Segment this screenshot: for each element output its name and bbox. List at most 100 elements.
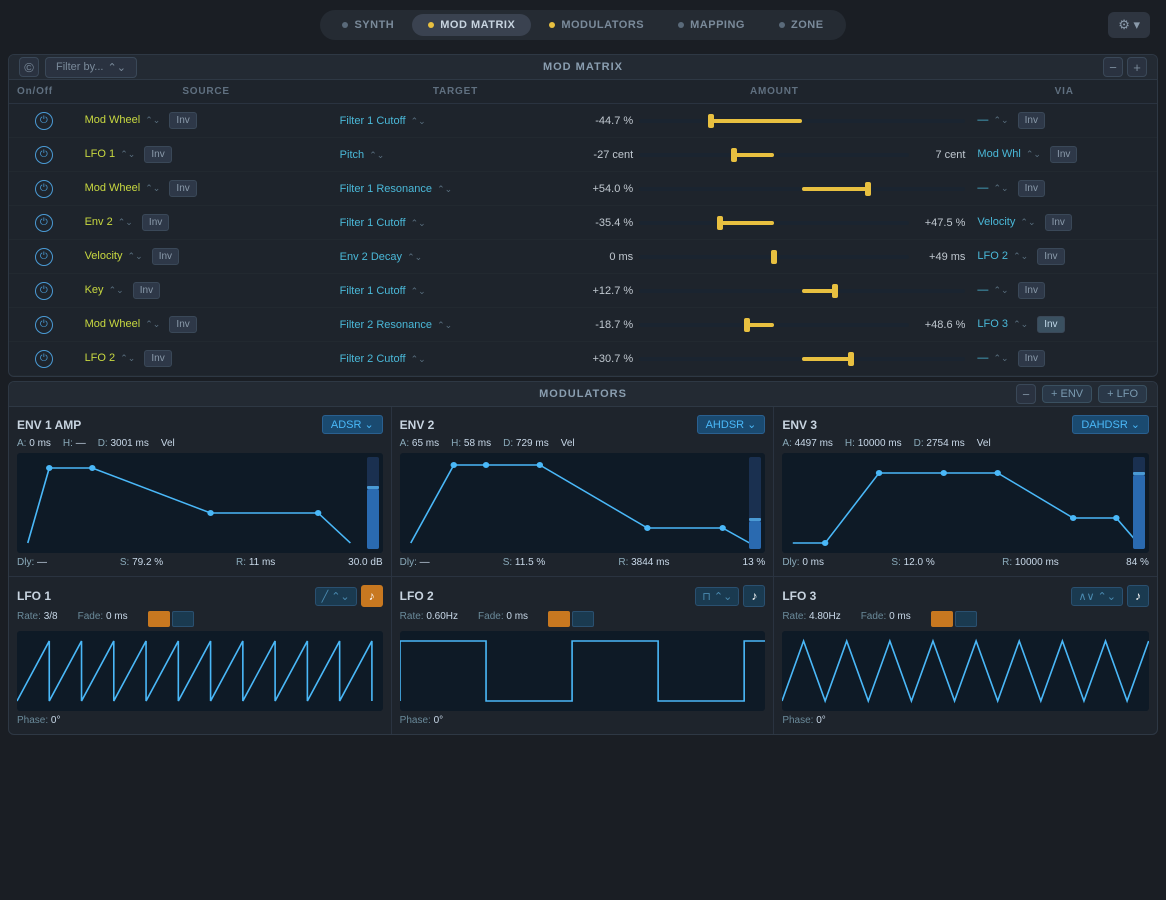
via-arrows[interactable]: ⌃⌄ [993, 353, 1008, 363]
tab-zone[interactable]: ZONE [763, 14, 840, 36]
source-inv-button[interactable]: Inv [152, 248, 179, 265]
tab-synth[interactable]: SYNTH [326, 14, 410, 36]
source-arrows[interactable]: ⌃⌄ [145, 115, 160, 125]
lfo1-type-button[interactable]: ╱ ⌃⌄ [315, 587, 357, 606]
env2-h-label: H: 58 ms [451, 438, 491, 449]
via-arrows[interactable]: ⌃⌄ [993, 183, 1008, 193]
via-arrows[interactable]: ⌃⌄ [1013, 319, 1028, 329]
env2-bottom: Dly: — S: 11.5 % R: 3844 ms 13 % [400, 557, 766, 568]
via-arrows[interactable]: ⌃⌄ [993, 285, 1008, 295]
target-arrows[interactable]: ⌃⌄ [411, 286, 426, 296]
amount-slider[interactable] [639, 187, 965, 191]
lfo2-wave-button[interactable]: ♪ [743, 585, 765, 607]
source-inv-button[interactable]: Inv [142, 214, 169, 231]
col-header-onoff: On/Off [9, 80, 79, 104]
lfo2-type-button[interactable]: ⊓ ⌃⌄ [695, 587, 739, 606]
lfo2-fade-btn1[interactable] [548, 611, 570, 627]
via-arrows[interactable]: ⌃⌄ [993, 115, 1008, 125]
target-arrows[interactable]: ⌃⌄ [437, 320, 452, 330]
lfo3-title: LFO 3 [782, 589, 816, 603]
env3-r: R: 10000 ms [1002, 557, 1059, 568]
lfo3-fade-btn1[interactable] [931, 611, 953, 627]
via-inv-button[interactable]: Inv [1018, 350, 1045, 367]
via-inv-button[interactable]: Inv [1045, 214, 1072, 231]
target-arrows[interactable]: ⌃⌄ [411, 116, 426, 126]
target-arrows[interactable]: ⌃⌄ [407, 252, 422, 262]
source-arrows[interactable]: ⌃⌄ [145, 319, 160, 329]
row-onoff: ⏻ [9, 342, 79, 376]
power-button[interactable]: ⏻ [35, 316, 53, 334]
modulators-minus-button[interactable]: − [1016, 384, 1036, 404]
target-arrows[interactable]: ⌃⌄ [369, 150, 384, 160]
source-inv-button[interactable]: Inv [144, 146, 171, 163]
lfo1-fade-btn1[interactable] [148, 611, 170, 627]
source-arrows[interactable]: ⌃⌄ [120, 149, 135, 159]
filter-button[interactable]: Filter by... ⌃⌄ [45, 57, 137, 78]
source-arrows[interactable]: ⌃⌄ [120, 353, 135, 363]
via-inv-button[interactable]: Inv [1037, 248, 1064, 265]
add-env-button[interactable]: + ENV [1042, 385, 1092, 403]
source-inv-button[interactable]: Inv [169, 112, 196, 129]
via-inv-button[interactable]: Inv [1050, 146, 1077, 163]
amount-slider[interactable] [639, 255, 909, 259]
lfo1-type-arrow: ⌃⌄ [331, 590, 349, 603]
amount-slider[interactable] [639, 323, 909, 327]
source-arrows[interactable]: ⌃⌄ [118, 217, 133, 227]
env2-type-button[interactable]: AHDSR ⌄ [697, 415, 766, 434]
modulators-grid: ENV 1 AMP ADSR ⌄ A: 0 ms H: — D: 3001 ms… [9, 407, 1157, 576]
lfo2-fade-btn2[interactable] [572, 611, 594, 627]
env1-title: ENV 1 AMP [17, 418, 81, 432]
amount-slider[interactable] [639, 289, 965, 293]
gear-button[interactable]: ⚙ ▾ [1108, 12, 1150, 38]
source-inv-button[interactable]: Inv [133, 282, 160, 299]
lfo1-fade-btns [148, 611, 194, 627]
amount-slider[interactable] [639, 119, 965, 123]
tab-mapping[interactable]: MAPPING [662, 14, 761, 36]
lfo3-wave-button[interactable]: ♪ [1127, 585, 1149, 607]
power-button[interactable]: ⏻ [35, 248, 53, 266]
env1-type-button[interactable]: ADSR ⌄ [322, 415, 383, 434]
table-row: ⏻ Mod Wheel ⌃⌄ Inv Filter 1 Cutoff ⌃⌄ -4… [9, 104, 1157, 138]
plus-button[interactable]: + [1127, 57, 1147, 77]
minus-button[interactable]: − [1103, 57, 1123, 77]
amount-slider[interactable] [639, 153, 909, 157]
source-inv-button[interactable]: Inv [169, 316, 196, 333]
amount-slider[interactable] [639, 357, 965, 361]
via-inv-button[interactable]: Inv [1018, 180, 1045, 197]
source-arrows[interactable]: ⌃⌄ [145, 183, 160, 193]
via-arrows[interactable]: ⌃⌄ [1013, 251, 1028, 261]
lfo3-fade-btn2[interactable] [955, 611, 977, 627]
power-button[interactable]: ⏻ [35, 214, 53, 232]
via-inv-button[interactable]: Inv [1018, 282, 1045, 299]
power-button[interactable]: ⏻ [35, 180, 53, 198]
power-button[interactable]: ⏻ [35, 350, 53, 368]
power-button[interactable]: ⏻ [35, 112, 53, 130]
target-arrows[interactable]: ⌃⌄ [411, 354, 426, 364]
tab-modulators[interactable]: MODULATORS [533, 14, 660, 36]
tab-mod-matrix[interactable]: MOD MATRIX [412, 14, 531, 36]
amount-slider[interactable] [639, 221, 909, 225]
lfo3-type-button[interactable]: ∧∨ ⌃⌄ [1071, 587, 1123, 606]
lfo2-section: LFO 2 ⊓ ⌃⌄ ♪ Rate: 0.60Hz Fade: 0 ms [392, 576, 775, 734]
source-inv-button[interactable]: Inv [144, 350, 171, 367]
col-header-source: SOURCE [79, 80, 334, 104]
add-lfo-button[interactable]: + LFO [1098, 385, 1147, 403]
lfo1-fade-btn2[interactable] [172, 611, 194, 627]
target-arrows[interactable]: ⌃⌄ [411, 218, 426, 228]
env3-params: A: 4497 ms H: 10000 ms D: 2754 ms Vel [782, 438, 1149, 449]
via-arrows[interactable]: ⌃⌄ [1026, 149, 1041, 159]
target-arrows[interactable]: ⌃⌄ [437, 184, 452, 194]
info-button[interactable]: © [19, 57, 39, 77]
source-inv-button[interactable]: Inv [169, 180, 196, 197]
source-arrows[interactable]: ⌃⌄ [128, 251, 143, 261]
env1-header: ENV 1 AMP ADSR ⌄ [17, 415, 383, 434]
power-button[interactable]: ⏻ [35, 146, 53, 164]
env3-type-button[interactable]: DAHDSR ⌄ [1072, 415, 1149, 434]
lfo1-wave-button[interactable]: ♪ [361, 585, 383, 607]
via-inv-button[interactable]: Inv [1037, 316, 1064, 333]
modulators-header: MODULATORS − + ENV + LFO [9, 382, 1157, 407]
power-button[interactable]: ⏻ [35, 282, 53, 300]
via-inv-button[interactable]: Inv [1018, 112, 1045, 129]
source-arrows[interactable]: ⌃⌄ [109, 285, 124, 295]
via-arrows[interactable]: ⌃⌄ [1020, 217, 1035, 227]
